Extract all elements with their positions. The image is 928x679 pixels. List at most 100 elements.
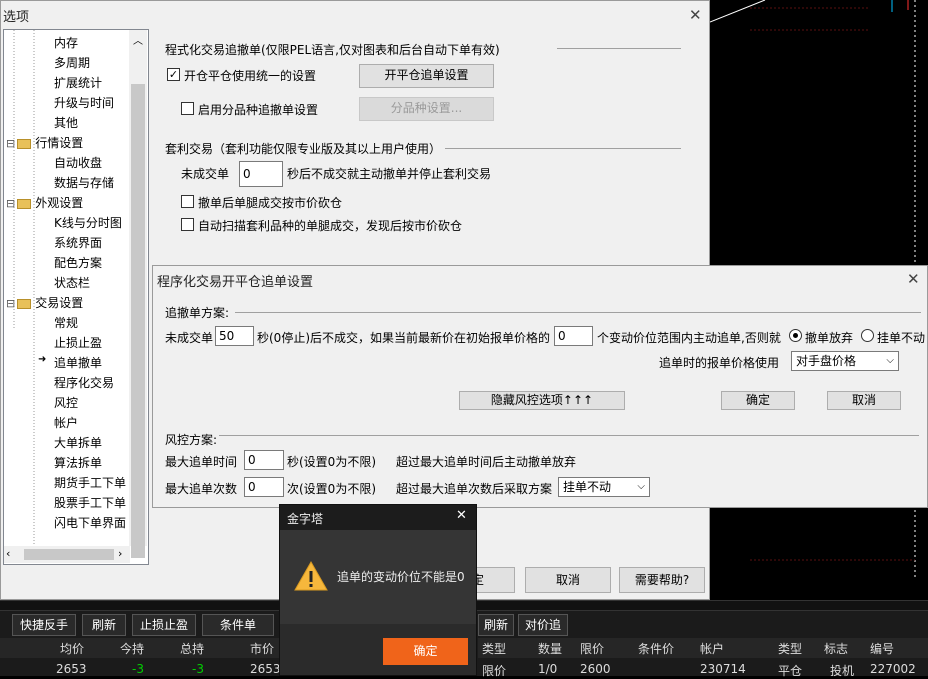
tree-item[interactable]: 扩展统计 (54, 74, 102, 91)
unfilled-mid-text: 秒(0停止)后不成交，如果当前最新价在初始报单价格的 (257, 331, 551, 345)
quick-reverse-button[interactable]: 快捷反手 (12, 614, 76, 636)
tree-item[interactable]: 止损止盈 (54, 334, 102, 351)
tree-item-label: 算法拆单 (54, 456, 103, 470)
tree-item[interactable]: 状态栏 (54, 274, 90, 291)
options-window-title: 选项 (3, 10, 30, 25)
price-type-select[interactable]: 对手盘价格 ⌵ (791, 351, 899, 371)
max-time-desc: 超过最大追单时间后主动撤单放弃 (396, 455, 577, 469)
chase-cancel-button[interactable]: 取消 (827, 391, 901, 410)
collapse-icon[interactable]: ⊟ (6, 297, 15, 310)
tree-group[interactable]: ⊟ 行情设置 (6, 134, 83, 151)
arb-unfilled-label: 未成交单 (181, 167, 230, 181)
settings-tree: 内存多周期扩展统计升级与时间其他 ⊟ 行情设置自动收盘数据与存储 ⊟ 外观设置 K线与分时… (3, 29, 149, 565)
by-variety-checkbox[interactable] (181, 102, 194, 115)
scroll-right-icon[interactable]: › (118, 547, 122, 560)
hide-risk-options-button[interactable]: 隐藏风控选项↑↑↑ (459, 391, 625, 410)
header-id: 编号 (870, 642, 895, 656)
tree-item[interactable]: 风控 (54, 394, 78, 411)
max-time-input[interactable]: 0 (244, 450, 284, 470)
chevron-down-icon: ⌵ (637, 481, 645, 492)
tree-item-label: 交易设置 (35, 296, 84, 310)
tree-item[interactable]: 程序化交易 (54, 374, 114, 391)
tree-item[interactable]: K线与分时图 (54, 214, 122, 231)
unified-checkbox[interactable]: ✓ (167, 68, 180, 81)
tree-item-label: K线与分时图 (54, 216, 122, 230)
folder-icon (17, 298, 32, 309)
header-cond-price: 条件价 (638, 642, 675, 656)
collapse-icon[interactable]: ⊟ (6, 137, 15, 150)
tree-item[interactable]: 股票手工下单 (54, 494, 126, 511)
tree-item[interactable]: 数据与存储 (54, 174, 114, 191)
open-close-chase-button[interactable]: 开平仓追单设置 (359, 64, 494, 88)
max-time-suffix: 秒(设置0为不限) (287, 455, 376, 469)
scroll-up-icon[interactable]: ︿ (133, 32, 143, 47)
alert-close-icon[interactable]: ✕ (456, 508, 467, 523)
tree-item-label: 配色方案 (54, 256, 103, 270)
tree-item[interactable]: 系统界面 (54, 234, 102, 251)
tree-item[interactable]: 多周期 (54, 54, 90, 71)
tree-item-label: 股票手工下单 (54, 496, 127, 510)
tree-item-label: 其他 (54, 116, 79, 130)
options-cancel-button[interactable]: 取消 (525, 567, 611, 593)
cell-limit: 2600 (580, 662, 611, 676)
tree-item[interactable]: 算法拆单 (54, 454, 102, 471)
scroll-thumb[interactable] (131, 84, 145, 558)
cancel-abandon-radio[interactable] (789, 329, 802, 342)
hscroll-thumb[interactable] (24, 549, 114, 560)
pointer-icon: ➜ (38, 354, 47, 365)
tree-vscrollbar[interactable]: ︿ (129, 30, 147, 558)
by-variety-settings-button[interactable]: 分品种设置... (359, 97, 494, 121)
auto-scan-checkbox[interactable] (181, 218, 194, 231)
stop-loss-button[interactable]: 止损止盈 (132, 614, 196, 636)
chase-dialog-close-icon[interactable]: ✕ (907, 270, 920, 288)
header-avg-price: 均价 (60, 642, 85, 656)
header-today-pos: 今持 (120, 642, 145, 656)
cell-today-pos: -3 (132, 662, 144, 676)
unfilled-seconds-input[interactable]: 50 (215, 326, 254, 346)
tree-group[interactable]: ⊟ 外观设置 (6, 194, 83, 211)
options-help-button[interactable]: 需要帮助? (619, 567, 705, 593)
tree-item[interactable]: 配色方案 (54, 254, 102, 271)
tree-item[interactable]: 升级与时间 (54, 94, 114, 111)
chase-ok-button[interactable]: 确定 (721, 391, 795, 410)
alert-ok-button[interactable]: 确定 (383, 638, 468, 665)
tree-hscrollbar[interactable]: ‹ › (4, 546, 130, 563)
scroll-left-icon[interactable]: ‹ (6, 547, 10, 560)
options-close-icon[interactable]: ✕ (689, 6, 702, 24)
tree-item[interactable]: 自动收盘 (54, 154, 102, 171)
tree-item[interactable]: 期货手工下单 (54, 474, 126, 491)
hang-order-radio[interactable] (861, 329, 874, 342)
tree-item[interactable]: 闪电下单界面 (54, 514, 126, 531)
warning-icon (294, 560, 328, 591)
tree-group[interactable]: ⊟ 交易设置 (6, 294, 83, 311)
cell-type2: 平仓 (778, 664, 803, 678)
tree-item-label: 常规 (54, 316, 79, 330)
tree-item[interactable]: 帐户 (54, 414, 78, 431)
tree-item[interactable]: 追单撤单 ➜ (38, 354, 102, 371)
tree-item-label: 系统界面 (54, 236, 103, 250)
prog-section-title: 程式化交易追撤单(仅限PEL语言,仅对图表和后台自动下单有效) (165, 43, 500, 57)
tree-item-label: 外观设置 (35, 196, 84, 210)
conditional-order-button[interactable]: 条件单 (202, 614, 274, 636)
tree-item[interactable]: 内存 (54, 34, 78, 51)
max-count-label: 最大追单次数 (165, 482, 238, 496)
collapse-icon[interactable]: ⊟ (6, 197, 15, 210)
cell-type: 限价 (482, 664, 507, 678)
cancel-leg-checkbox[interactable] (181, 195, 194, 208)
max-count-input[interactable]: 0 (244, 477, 284, 497)
tree-item-label: 行情设置 (35, 136, 84, 150)
price-type-value: 对手盘价格 (796, 354, 857, 368)
tree-item[interactable]: 常规 (54, 314, 78, 331)
tree-item[interactable]: 其他 (54, 114, 78, 131)
arb-unfilled-input[interactable]: 0 (239, 161, 283, 187)
cell-qty: 1/0 (538, 662, 558, 676)
price-chase-button[interactable]: 对价追 (518, 614, 568, 636)
header-total-pos: 总持 (180, 642, 205, 656)
tree-item-label: 止损止盈 (54, 336, 103, 350)
max-count-select[interactable]: 挂单不动 ⌵ (558, 477, 650, 497)
refresh-button[interactable]: 刷新 (82, 614, 126, 636)
tree-item[interactable]: 大单拆单 (54, 434, 102, 451)
refresh-right-button[interactable]: 刷新 (478, 614, 514, 636)
arb-section-divider (445, 148, 681, 149)
ticks-input[interactable]: 0 (554, 326, 593, 346)
